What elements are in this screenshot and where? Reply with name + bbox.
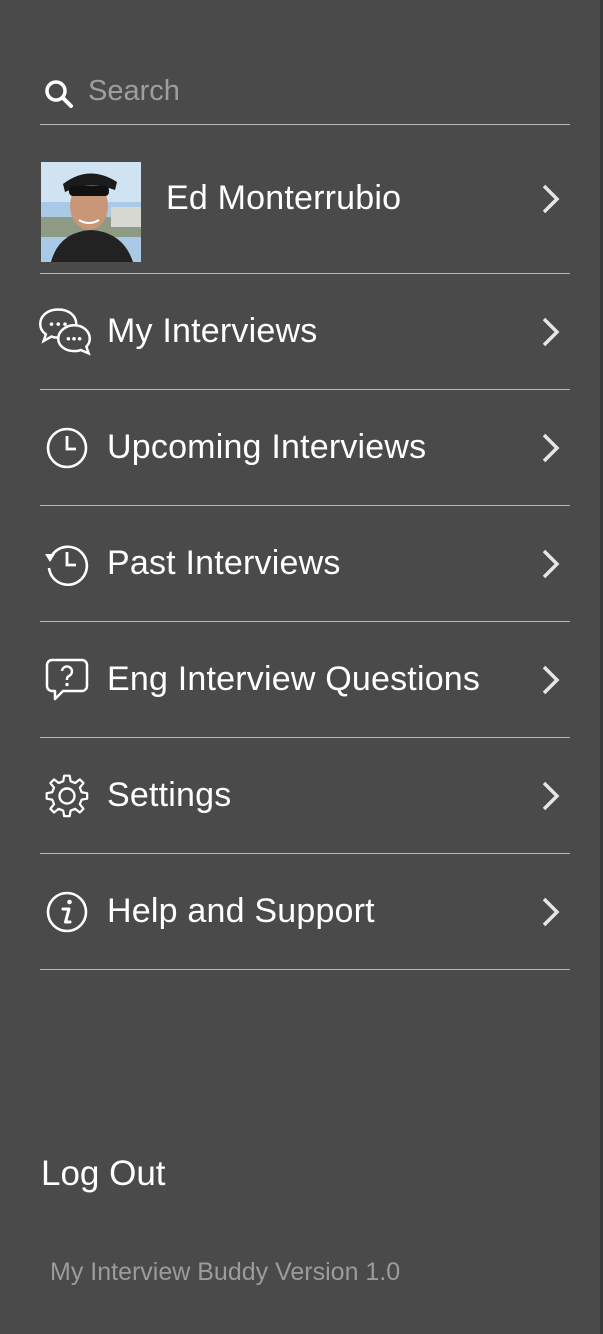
avatar[interactable]	[41, 162, 141, 262]
profile-row[interactable]: Ed Monterrubio	[40, 124, 570, 274]
menu-item-label: Help and Support	[107, 892, 375, 930]
version-label: My Interview Buddy Version 1.0	[50, 1258, 401, 1286]
search-icon	[45, 80, 73, 108]
chat-bubbles-icon	[39, 307, 91, 356]
menu-item-label: Upcoming Interviews	[107, 428, 427, 466]
menu-item-help-and-support[interactable]: Help and Support	[40, 854, 570, 970]
menu-item-label: Past Interviews	[107, 544, 341, 582]
menu-item-settings[interactable]: Settings	[40, 738, 570, 854]
search-input[interactable]: Search	[88, 75, 180, 108]
info-icon	[46, 891, 88, 932]
chevron-right-icon	[542, 781, 560, 810]
clock-icon	[46, 427, 88, 468]
menu-item-eng-interview-questions[interactable]: Eng Interview Questions	[40, 622, 570, 738]
history-icon	[45, 544, 89, 586]
menu-item-my-interviews[interactable]: My Interviews	[39, 274, 570, 390]
chevron-right-icon	[542, 317, 560, 346]
menu-item-label: My Interviews	[107, 312, 318, 350]
side-menu: Ed Monterrubio My Interviews Upcoming In…	[39, 124, 570, 970]
menu-item-upcoming-interviews[interactable]: Upcoming Interviews	[40, 390, 570, 506]
chevron-right-icon	[542, 549, 560, 578]
chevron-right-icon	[542, 433, 560, 462]
log-out-button[interactable]: Log Out	[41, 1154, 166, 1194]
gear-icon	[45, 774, 89, 817]
chevron-right-icon	[542, 184, 560, 213]
chevron-right-icon	[542, 897, 560, 926]
menu-item-past-interviews[interactable]: Past Interviews	[40, 506, 570, 622]
menu-item-label: Settings	[107, 776, 232, 814]
search-bar[interactable]: Search	[40, 60, 570, 125]
profile-name: Ed Monterrubio	[166, 179, 402, 217]
chevron-right-icon	[542, 665, 560, 694]
menu-item-label: Eng Interview Questions	[107, 660, 481, 698]
question-bubble-icon	[45, 658, 89, 700]
